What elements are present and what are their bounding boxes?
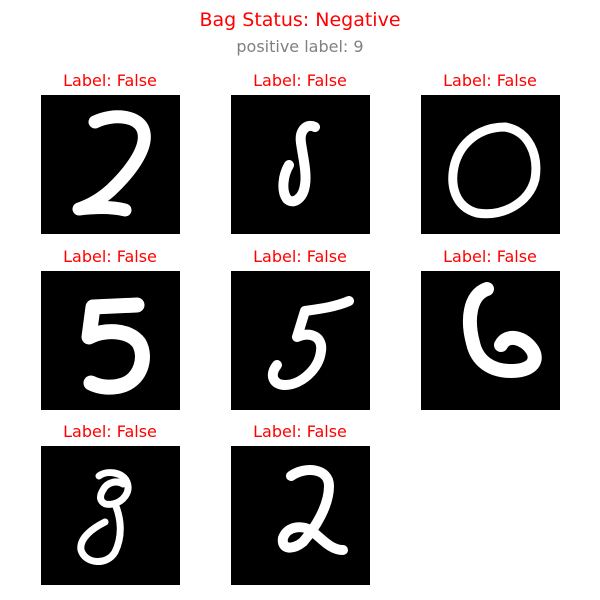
cell-label: Label: False [63,247,157,266]
cell-label: Label: False [253,71,347,90]
digit-image [41,446,180,585]
cell-label: Label: False [253,422,347,441]
digit-image [421,95,560,234]
image-cell-2: Label: False [220,71,380,239]
positive-label-subtitle: positive label: 9 [236,37,364,56]
cell-label: Label: False [63,422,157,441]
digit-image [421,271,560,410]
cell-label: Label: False [253,247,347,266]
image-cell-7: Label: False [30,422,190,590]
image-cell-3: Label: False [410,71,570,239]
image-cell-6: Label: False [410,247,570,415]
cell-label: Label: False [63,71,157,90]
image-cell-4: Label: False [30,247,190,415]
image-cell-8: Label: False [220,422,380,590]
image-cell-1: Label: False [30,71,190,239]
image-cell-5: Label: False [220,247,380,415]
digit-image [41,271,180,410]
cell-label: Label: False [443,247,537,266]
cell-label: Label: False [443,71,537,90]
digit-image [231,271,370,410]
digit-image [231,446,370,585]
digit-image [231,95,370,234]
bag-status-title: Bag Status: Negative [199,9,401,31]
digit-image [41,95,180,234]
